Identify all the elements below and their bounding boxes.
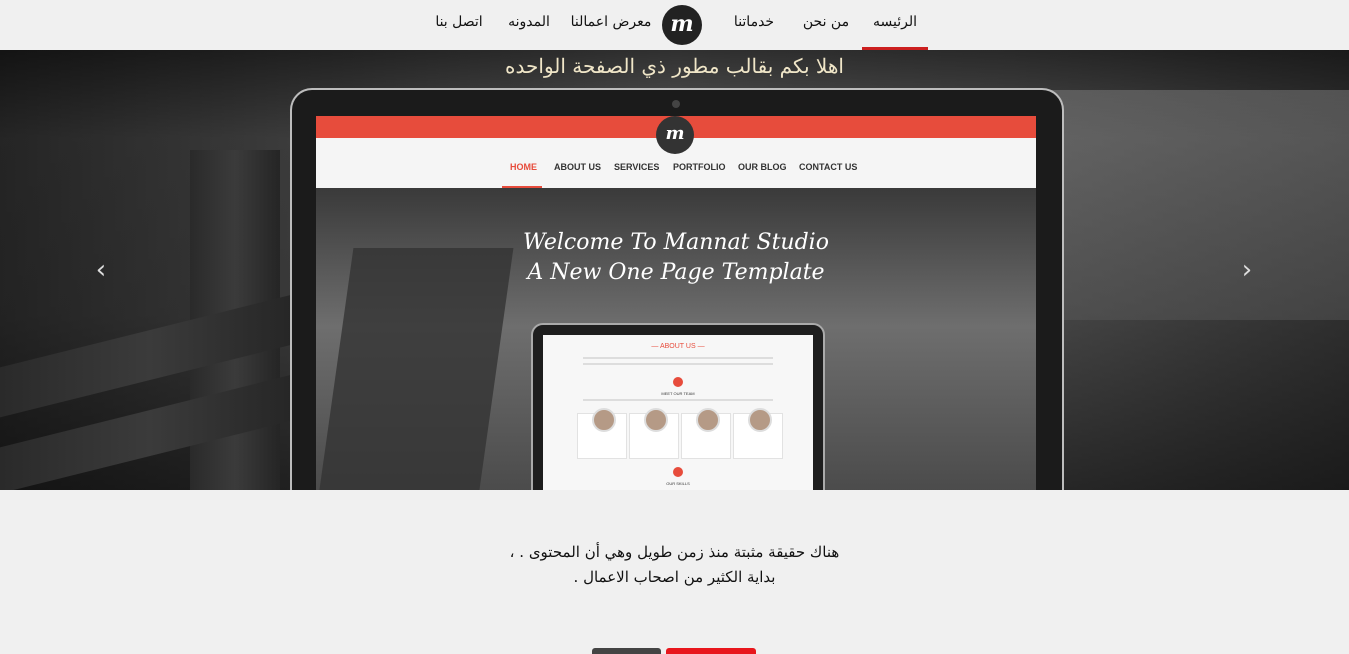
nav-item-services[interactable]: خدماتنا (724, 0, 784, 48)
person-icon (673, 377, 683, 387)
screen-menu-portfolio: PORTFOLIO (673, 162, 726, 172)
screen-menu-home: HOME (510, 162, 537, 172)
tablet-screen: — ABOUT US — MEET OUR TEAM OUR SKILLS (543, 335, 813, 490)
screen-title-line2: A New One Page Template (527, 260, 825, 285)
tablet-mockup: — ABOUT US — MEET OUR TEAM OUR SKILLS (531, 323, 825, 490)
screen-logo: m (656, 116, 694, 154)
top-navbar: الرئيسه من نحن خدماتنا m معرض اعمالنا ال… (0, 0, 1349, 50)
team-card (629, 408, 679, 459)
screen-hero: Welcome To Mannat Studio A New One Page … (316, 188, 1036, 490)
laptop-screen: HOME ABOUT US SERVICES PORTFOLIO OUR BLO… (316, 116, 1036, 490)
team-card (733, 408, 783, 459)
skills-icon (673, 467, 683, 477)
team-card (577, 408, 627, 459)
team-card (681, 408, 731, 459)
secondary-button[interactable] (592, 648, 661, 654)
avatar (644, 408, 668, 432)
screen-title-line1: Welcome To Mannat Studio (523, 230, 829, 255)
hero-title: اهلا بكم بقالب مطور ذي الصفحة الواحده (505, 54, 844, 78)
nav-item-home[interactable]: الرئيسه (862, 0, 928, 50)
tablet-text-line (583, 363, 773, 365)
logo[interactable]: m (662, 5, 702, 45)
screen-hero-title: Welcome To Mannat Studio A New One Page … (316, 228, 1036, 288)
nav-item-about[interactable]: من نحن (796, 0, 856, 48)
intro-text: هناك حقيقة مثبتة منذ زمن طويل وهي أن الم… (0, 540, 1349, 590)
screen-menu-about: ABOUT US (554, 162, 601, 172)
avatar (748, 408, 772, 432)
screen-menu-blog: OUR BLOG (738, 162, 787, 172)
camera-dot (672, 100, 680, 108)
intro-line-2: بداية الكثير من اصحاب الاعمال . (573, 568, 776, 586)
screen-menu-services: SERVICES (614, 162, 660, 172)
chevron-right-icon[interactable]: › (1232, 255, 1262, 285)
tablet-text-line (583, 399, 773, 401)
intro-line-1: هناك حقيقة مثبتة منذ زمن طويل وهي أن الم… (509, 543, 840, 561)
nav-item-blog[interactable]: المدونه (500, 0, 558, 48)
tablet-text-line (583, 357, 773, 359)
avatar (592, 408, 616, 432)
laptop-mockup: HOME ABOUT US SERVICES PORTFOLIO OUR BLO… (290, 88, 1064, 490)
tablet-skills: OUR SKILLS (666, 481, 690, 486)
primary-button[interactable] (666, 648, 756, 654)
nav-item-contact[interactable]: اتصل بنا (426, 0, 492, 48)
tablet-about-heading: — ABOUT US — (651, 343, 705, 350)
avatar (696, 408, 720, 432)
chevron-left-icon[interactable]: ‹ (86, 255, 116, 285)
hero-slider: HOME ABOUT US SERVICES PORTFOLIO OUR BLO… (0, 50, 1349, 490)
nav-item-portfolio[interactable]: معرض اعمالنا (566, 0, 656, 48)
screen-menu-contact: CONTACT US (799, 162, 858, 172)
tablet-meet-team: MEET OUR TEAM (661, 391, 695, 396)
